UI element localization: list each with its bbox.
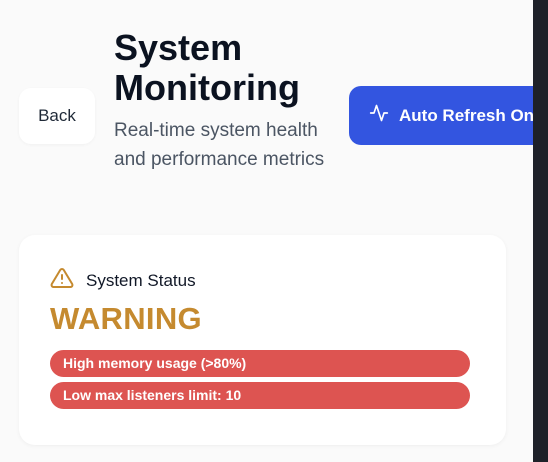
back-button-label: Back [38,106,76,125]
auto-refresh-button[interactable]: Auto Refresh On [349,86,548,145]
status-header: System Status [50,266,196,295]
window-edge [533,0,548,462]
alert-item: High memory usage (>80%) [50,350,470,377]
status-value: WARNING [50,301,202,336]
status-title: System Status [86,270,196,290]
back-button[interactable]: Back [19,88,95,144]
activity-icon [369,103,399,128]
system-status-card: System Status WARNING High memory usage … [19,235,506,445]
warning-icon [50,266,86,295]
monitoring-page: Back System Monitoring Real-time system … [0,0,548,462]
alert-list: High memory usage (>80%) Low max listene… [50,350,470,414]
auto-refresh-label: Auto Refresh On [399,105,535,125]
alert-item: Low max listeners limit: 10 [50,382,470,409]
page-subtitle: Real-time system health and performance … [114,120,325,170]
page-title: System Monitoring [114,27,300,108]
